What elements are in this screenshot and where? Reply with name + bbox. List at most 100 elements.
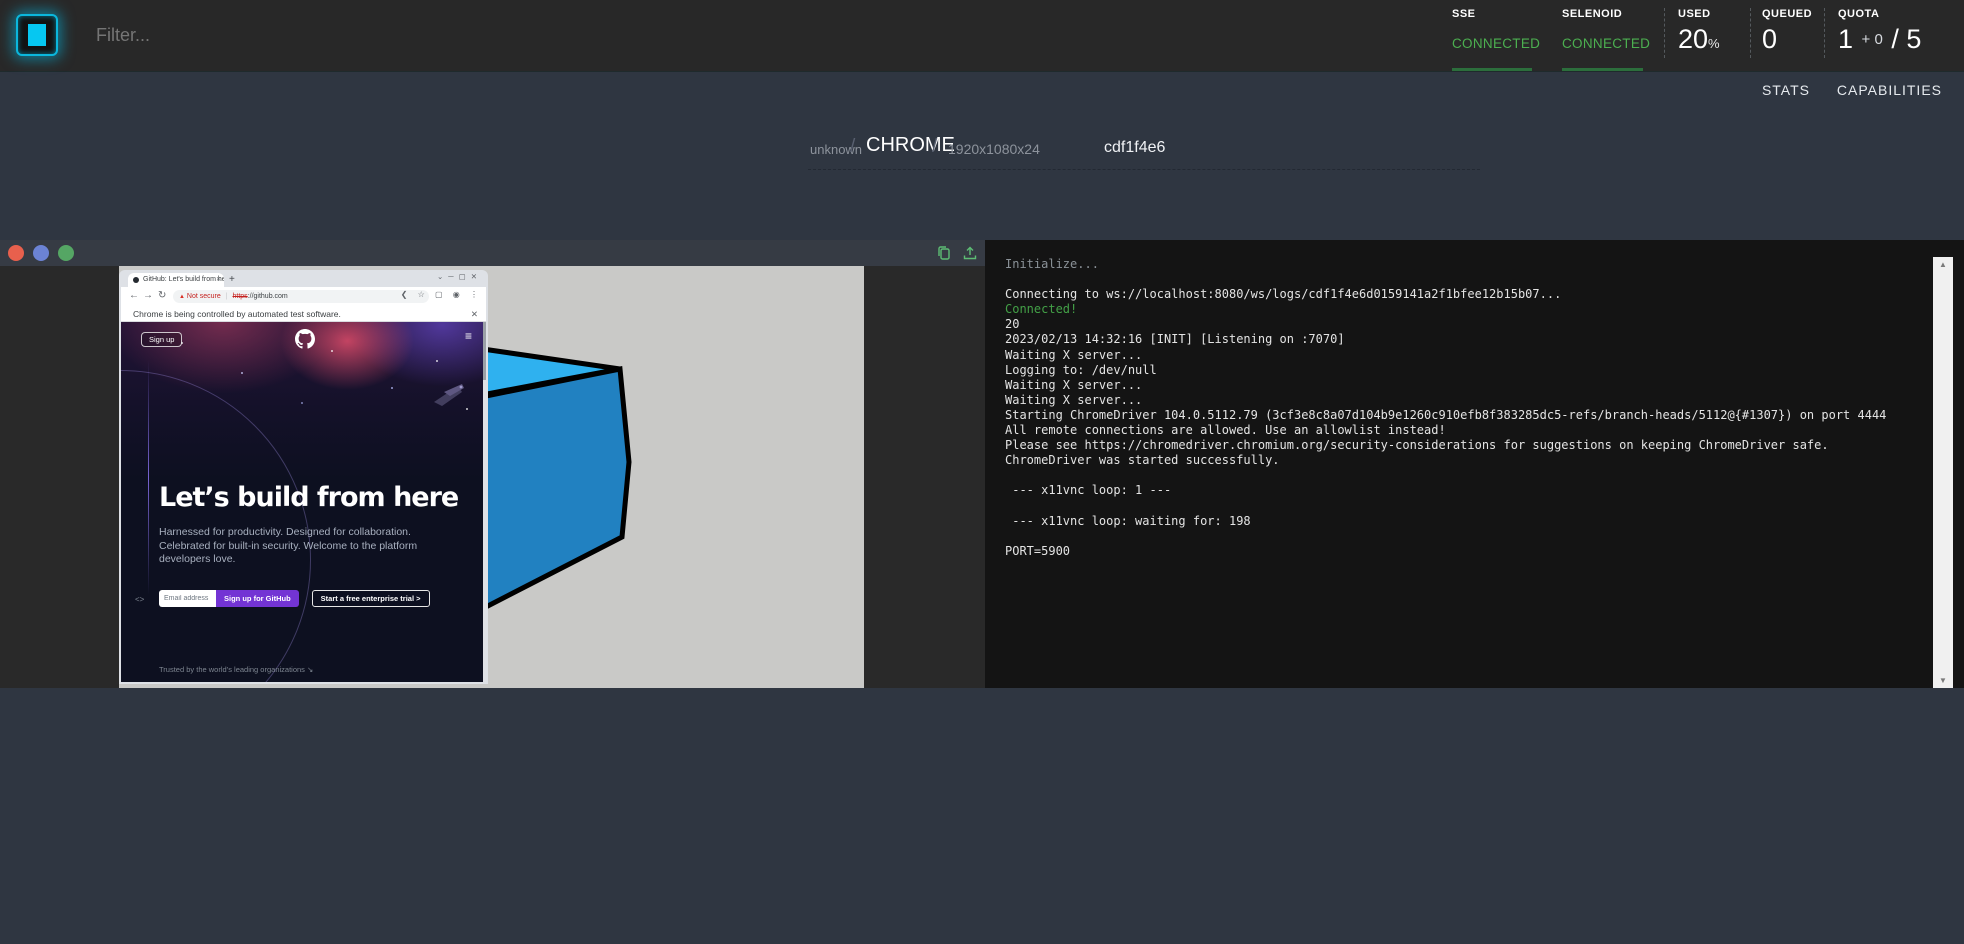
enterprise-trial-button[interactable]: Start a free enterprise trial > [312,590,430,607]
glow-line [148,360,149,595]
log-line [1005,499,1924,514]
log-line: Please see https://chromedriver.chromium… [1005,438,1924,453]
browser-tabstrip: GitHub: Let's build from he ✕ + ⌄─▢✕ [121,270,486,287]
quota-value: 1 + 0 / 5 [1838,24,1921,55]
selenoid-connected-underline [1562,68,1643,71]
close-window-button[interactable] [8,245,24,261]
status-divider [1664,8,1665,58]
hero-title: Let’s build from here [159,482,458,513]
log-line: PORT=5900 [1005,544,1924,559]
session-separator: / [850,136,855,158]
tab-close-icon[interactable]: ✕ [216,273,221,287]
tab-capabilities[interactable]: CAPABILITIES [1837,82,1942,98]
new-tab-button[interactable]: + [229,273,235,286]
automation-infobar: Chrome is being controlled by automated … [121,306,486,322]
log-line: --- x11vnc loop: 1 --- [1005,483,1924,498]
log-line: Connected! [1005,302,1924,317]
log-line: Connecting to ws://localhost:8080/ws/log… [1005,287,1924,302]
vnc-screen[interactable]: GitHub: Let's build from he ✕ + ⌄─▢✕ ← →… [119,266,864,688]
log-line [1005,272,1924,287]
automation-infobar-text: Chrome is being controlled by automated … [133,309,341,319]
address-bar[interactable]: ▲ Not secure | https://github.com [173,290,429,303]
log-line: Starting ChromeDriver 104.0.5112.79 (3cf… [1005,408,1924,423]
log-line: Initialize... [1005,257,1924,272]
hamburger-menu-icon[interactable]: ≡ [465,329,472,343]
not-secure-label: Not secure [187,293,221,300]
github-signup-button[interactable]: Sign up [141,332,182,347]
github-homepage: Sign up ≡ Let’s build from here Harnesse… [121,322,486,682]
hero-paragraph: Harnessed for productivity. Designed for… [159,526,417,567]
queued-value: 0 [1762,24,1777,55]
tab-stats[interactable]: STATS [1762,82,1810,98]
log-line: All remote connections are allowed. Use … [1005,423,1924,438]
session-log-panel: Initialize... Connecting to ws://localho… [985,240,1964,688]
infobar-close-icon[interactable]: ✕ [471,306,478,322]
quota-label: QUOTA [1838,8,1879,20]
minimize-window-button[interactable] [33,245,49,261]
copy-clipboard-icon[interactable] [936,245,952,261]
log-line [1005,529,1924,544]
status-divider [1750,8,1751,58]
sse-status-value: CONNECTED [1452,36,1540,51]
session-id-link[interactable]: cdf1f4e6 [1104,139,1165,157]
forward-icon[interactable]: → [143,290,153,301]
back-icon[interactable]: ← [129,290,139,301]
log-line: --- x11vnc loop: waiting for: 198 [1005,514,1924,529]
log-line [1005,468,1924,483]
topbar: SSE CONNECTED SELENOID CONNECTED USED 20… [0,0,1964,72]
quota-extra: + 0 [1861,31,1884,48]
url-host: ://github.com [248,293,288,300]
github-logo-icon[interactable] [295,329,315,349]
log-line: Waiting X server... [1005,378,1924,393]
code-brackets-icon: <> [135,595,144,604]
log-line: 20 [1005,317,1924,332]
cube-front-face [484,369,629,612]
log-scrollbar[interactable]: ▲ ▼ [1933,257,1953,688]
session-screen-resolution: 1920x1080x24 [948,141,1040,157]
browser-window-controls[interactable]: ⌄─▢✕ [437,272,482,281]
page-scrollbar-thumb[interactable] [483,322,486,380]
sse-connected-underline [1452,68,1532,71]
queued-label: QUEUED [1762,8,1812,20]
browser-tab-title: GitHub: Let's build from he [143,276,224,283]
trusted-orgs-link[interactable]: Trusted by the world’s leading organizat… [159,665,313,674]
status-divider [1824,8,1825,58]
hero-cta-row: Sign up for GitHub Start a free enterpri… [159,590,430,607]
log-output: Initialize... Connecting to ws://localho… [1005,257,1924,559]
used-label: USED [1678,8,1711,20]
session-row-underline [808,169,1480,170]
selenoid-status-value: CONNECTED [1562,36,1650,51]
not-secure-warning-icon: ▲ [179,294,185,300]
selenoid-logo-mark [28,24,46,46]
url-scheme: https [233,293,248,300]
sse-label: SSE [1452,8,1476,20]
view-tabs: STATS CAPABILITIES [1740,82,1942,98]
vnc-titlebar [0,240,985,266]
browser-toolbar-icons[interactable]: ❮ ☆ ▢ ◉ ⋮ [401,290,482,299]
signup-for-github-button[interactable]: Sign up for GitHub [216,590,299,607]
selenoid-label: SELENOID [1562,8,1622,20]
email-field[interactable] [159,590,216,607]
scroll-up-icon[interactable]: ▲ [1933,260,1953,269]
upload-icon[interactable] [962,245,978,261]
spaceship-illustration [432,382,466,408]
used-unit: % [1708,36,1720,51]
filter-input[interactable] [96,18,416,52]
selenoid-logo[interactable] [16,14,58,56]
log-line: Logging to: /dev/null [1005,363,1924,378]
used-value: 20% [1678,24,1720,55]
session-row[interactable]: unknown / CHROME / 1920x1080x24 cdf1f4e6 [0,128,1964,170]
scroll-down-icon[interactable]: ▼ [1933,676,1953,685]
browser-tab[interactable]: GitHub: Let's build from he ✕ [128,273,224,287]
log-line: Waiting X server... [1005,348,1924,363]
maximize-window-button[interactable] [58,245,74,261]
remote-browser-window: GitHub: Let's build from he ✕ + ⌄─▢✕ ← →… [119,270,488,684]
page-scrollbar[interactable] [483,322,486,682]
address-separator: | [223,293,231,300]
log-line: 2023/02/13 14:32:16 [INIT] [Listening on… [1005,332,1924,347]
reload-icon[interactable]: ↻ [158,290,166,301]
selenoid-ui-app: SSE CONNECTED SELENOID CONNECTED USED 20… [0,0,1964,944]
vnc-content: GitHub: Let's build from he ✕ + ⌄─▢✕ ← →… [0,266,985,688]
github-favicon [133,277,139,283]
3d-cube-illustration [484,342,644,622]
